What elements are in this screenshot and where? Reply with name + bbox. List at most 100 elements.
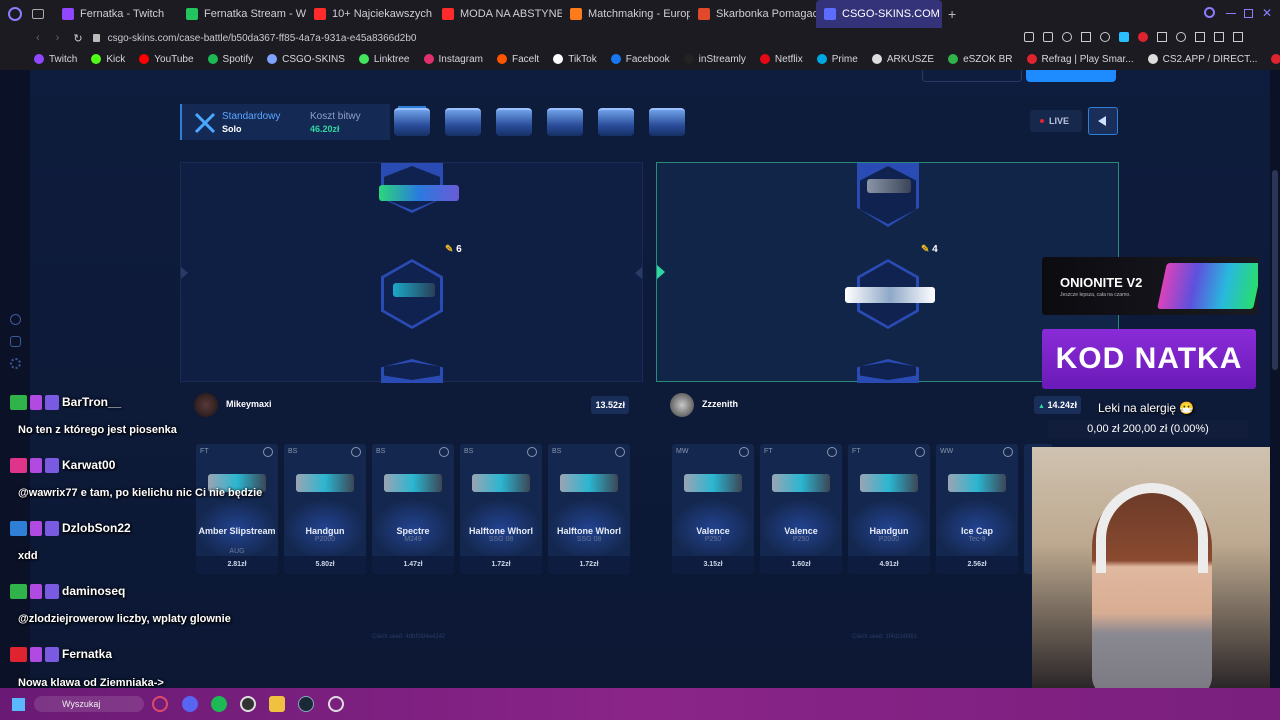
bookmark-item[interactable]: Kick (91, 54, 125, 65)
avatar[interactable] (670, 393, 694, 417)
bookmark-icon (34, 54, 44, 64)
item-weapon-type: M249 (404, 536, 422, 543)
live-dot-icon (1040, 119, 1044, 123)
chat-username[interactable]: DzlobSon22 (62, 521, 131, 535)
case-thumbnail[interactable] (394, 108, 430, 136)
tab-watch[interactable]: Fernatka Stream - Wa (178, 0, 306, 28)
chat-username[interactable]: Karwat00 (62, 458, 115, 472)
header-button-primary[interactable] (1026, 70, 1116, 82)
item-card[interactable]: WW Ice Cap Tec-9 2.56zł (936, 444, 1018, 574)
live-button[interactable]: LIVE (1030, 110, 1082, 132)
bookmark-item[interactable]: YouTube (139, 53, 194, 65)
bookmark-item[interactable]: ARKUSZE (871, 54, 934, 65)
item-card[interactable]: FT Handgun P2000 4.91zł (848, 444, 930, 574)
bookmark-item[interactable]: Spotify (207, 54, 253, 65)
tab-list-icon[interactable] (32, 9, 44, 19)
scrollbar-thumb[interactable] (1272, 170, 1278, 370)
back-icon[interactable]: ‹ (36, 32, 40, 44)
bookmark-item[interactable]: Twitch (34, 54, 77, 65)
bookmark-icon (816, 54, 827, 64)
case-item-hex (857, 163, 919, 227)
tab-youtube-2[interactable]: MODA NA ABSTYNENCJĘ (434, 0, 562, 28)
bookmark-item[interactable]: Facebook (610, 54, 670, 65)
bookmark-item[interactable]: TOP nuta od Fern... (1271, 54, 1280, 65)
tab-matchmaking[interactable]: Matchmaking - Europe 5v (562, 0, 690, 28)
item-card[interactable]: BS Spectre M249 1.47zł (372, 444, 454, 574)
editor-icon[interactable] (269, 696, 285, 712)
chat-badge-icon (10, 395, 27, 411)
favorite-icon[interactable] (739, 447, 749, 457)
reload-icon[interactable]: ↻ (73, 32, 82, 45)
favorite-icon[interactable] (827, 447, 837, 457)
case-thumbnail[interactable] (496, 108, 532, 136)
case-thumbnail[interactable] (649, 108, 685, 136)
bookmark-item[interactable]: TikTok (553, 54, 597, 65)
tab-youtube-1[interactable]: 10+ Najciekawszych New (306, 0, 434, 28)
tab-twitch[interactable]: Fernatka - Twitch (54, 0, 178, 28)
chat-username[interactable]: Fernatka (62, 647, 112, 661)
new-tab-button[interactable]: + (948, 6, 956, 22)
player-name[interactable]: Zzzenith (702, 399, 738, 409)
weapon-famas-icon (845, 287, 935, 303)
discord-icon[interactable] (182, 696, 198, 712)
bookmark-item[interactable]: CSGO-SKINS (267, 54, 345, 65)
favorite-icon[interactable] (351, 447, 361, 457)
header-button-secondary[interactable] (922, 70, 1022, 82)
item-card[interactable]: FT Valence P250 1.60zł (760, 444, 842, 574)
spotify-icon[interactable] (211, 696, 227, 712)
bookmark-item[interactable]: Prime (816, 54, 858, 65)
page-scrollbar[interactable] (1270, 70, 1280, 688)
maximize-icon[interactable] (1244, 9, 1253, 18)
search-icon[interactable] (1204, 7, 1215, 18)
chat-username[interactable]: BarTron__ (62, 395, 121, 409)
item-card[interactable]: BS Halftone Whorl SSG 08 1.72zł (460, 444, 542, 574)
bookmark-item[interactable]: CS2.APP / DIRECT... (1147, 54, 1257, 65)
obs-icon[interactable] (240, 696, 256, 712)
bookmark-item[interactable]: inStreamly (683, 54, 746, 65)
settings-icon[interactable] (10, 358, 21, 369)
case-thumbnail[interactable] (547, 108, 583, 136)
weapon-icon (384, 474, 442, 492)
item-weapon-type: SSG 08 (488, 536, 514, 543)
favorite-icon[interactable] (527, 447, 537, 457)
item-card[interactable]: MW Valence P250 3.15zł (672, 444, 754, 574)
case-thumbnail[interactable] (445, 108, 481, 136)
bookmark-item[interactable]: Netflix (759, 54, 803, 65)
piggybank-icon (698, 8, 710, 20)
tab-skarbonka[interactable]: Skarbonka Pomagacza Al (690, 0, 816, 28)
browser-taskbar-icon[interactable] (152, 696, 168, 712)
taskbar-search[interactable]: Wyszukaj (34, 696, 144, 712)
history-icon[interactable] (10, 314, 21, 325)
tab-label: Fernatka Stream - Wa (204, 8, 306, 20)
bookmark-item[interactable]: Refrag | Play Smar... (1026, 54, 1134, 65)
minimize-icon[interactable] (1226, 13, 1236, 14)
bookmark-item[interactable]: Linktree (358, 54, 410, 65)
item-card[interactable]: BS Halftone Whorl SSG 08 1.72zł (548, 444, 630, 574)
url-field[interactable]: csgo-skins.com/case-battle/b50da367-ff85… (108, 33, 417, 44)
favorite-icon[interactable] (915, 447, 925, 457)
browser-logo-icon[interactable] (8, 7, 22, 21)
bookmark-item[interactable]: Instagram (423, 54, 483, 65)
chat-gift-badge-icon (45, 521, 59, 537)
favorite-icon[interactable] (439, 447, 449, 457)
bookmark-item[interactable]: eSZOK BR (948, 54, 1013, 65)
close-window-icon[interactable]: ✕ (1262, 6, 1272, 20)
extensions-icon[interactable] (10, 336, 21, 347)
item-price: 3.15zł (672, 556, 754, 574)
tab-csgo-skins[interactable]: CSGO-SKINS.COM - N✕ (816, 0, 942, 28)
favorite-icon[interactable] (615, 447, 625, 457)
bookmark-icon (496, 54, 507, 64)
forward-icon[interactable]: › (56, 32, 60, 44)
start-icon[interactable] (12, 698, 25, 711)
extension-icons[interactable] (1024, 32, 1250, 44)
steam-icon[interactable] (298, 696, 314, 712)
sound-button[interactable] (1088, 107, 1118, 135)
item-price: 1.60zł (760, 556, 842, 574)
bookmark-item[interactable]: Facelt (496, 54, 539, 65)
power-icon[interactable] (328, 696, 344, 712)
chat-username[interactable]: daminoseq (62, 584, 125, 598)
item-wear: MW (676, 448, 689, 455)
favorite-icon[interactable] (1003, 447, 1013, 457)
case-thumbnail[interactable] (598, 108, 634, 136)
bookmark-label: YouTube (154, 53, 194, 65)
